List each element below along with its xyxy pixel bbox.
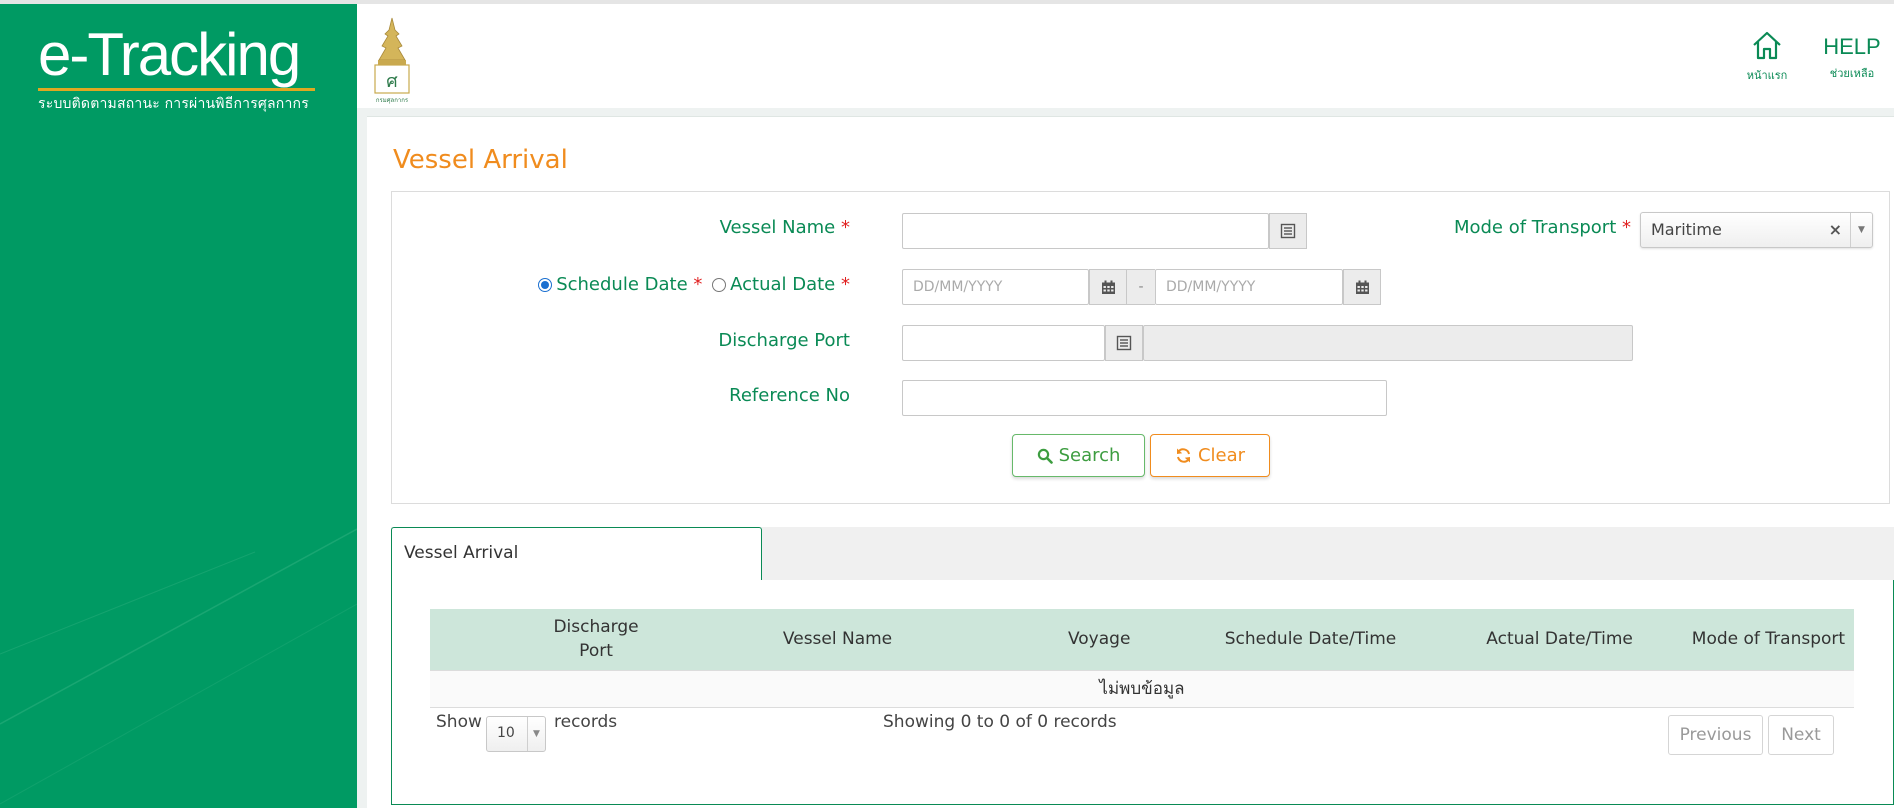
top-header: ศ กรมศุลกากร หน้าแรก HELP ช่วยเหลือ — [357, 0, 1894, 108]
calendar-icon — [1355, 280, 1369, 294]
list-icon — [1280, 223, 1296, 239]
page-title: Vessel Arrival — [393, 145, 568, 175]
schedule-date-label: Schedule Date — [556, 274, 688, 295]
sidebar: e-Tracking ระบบติดตามสถานะ การผ่านพิธีกา… — [0, 0, 357, 808]
date-to-placeholder: DD/MM/YYYY — [1166, 279, 1256, 295]
required-mark: * — [841, 217, 850, 238]
vessel-name-label: Vessel Name * — [720, 217, 850, 238]
discharge-port-lookup-button[interactable] — [1105, 325, 1143, 361]
main-panel: Vessel Arrival Vessel Name * Mode of Tra… — [367, 116, 1894, 808]
clear-button[interactable]: Clear — [1150, 434, 1270, 477]
help-nav-button[interactable]: HELP ช่วยเหลือ — [1817, 34, 1887, 82]
home-icon — [1753, 31, 1781, 60]
reference-no-label: Reference No — [729, 385, 850, 406]
records-label: records — [554, 712, 618, 732]
previous-page-button[interactable]: Previous — [1668, 715, 1763, 755]
date-range-separator: - — [1127, 269, 1155, 305]
home-nav-button[interactable]: หน้าแรก — [1737, 30, 1797, 84]
table-header-row: Discharge Port Vessel Name Voyage Schedu… — [430, 609, 1854, 670]
column-header[interactable]: Vessel Name — [661, 609, 1014, 670]
date-type-group: Schedule Date * Actual Date * — [538, 274, 850, 295]
sidebar-decoration — [0, 528, 357, 805]
tab-vessel-arrival[interactable]: Vessel Arrival — [391, 527, 762, 581]
discharge-port-input[interactable] — [902, 325, 1105, 361]
home-label: หน้าแรก — [1746, 69, 1788, 82]
empty-table-message: ไม่พบข้อมูล — [430, 669, 1854, 708]
discharge-port-name-display — [1143, 325, 1633, 361]
discharge-port-label: Discharge Port — [718, 330, 850, 351]
search-icon — [1037, 448, 1053, 464]
vessel-name-input[interactable] — [902, 213, 1269, 249]
mode-selected-value: Maritime — [1651, 220, 1722, 239]
date-to-input[interactable]: DD/MM/YYYY — [1155, 269, 1343, 305]
refresh-icon — [1176, 448, 1190, 463]
svg-text:ศ: ศ — [386, 71, 398, 92]
required-mark: * — [841, 274, 850, 295]
column-header[interactable]: Discharge Port — [530, 609, 662, 670]
column-header[interactable]: Schedule Date/Time — [1184, 609, 1437, 670]
column-header[interactable]: Mode of Transport — [1682, 609, 1854, 670]
actual-date-radio[interactable] — [712, 278, 727, 292]
results-tab-bar: Vessel Arrival — [391, 527, 1894, 581]
schedule-date-radio[interactable] — [538, 278, 553, 292]
chevron-down-icon[interactable]: ▼ — [1850, 213, 1872, 247]
calendar-icon — [1101, 280, 1115, 294]
chevron-down-icon: ▼ — [527, 717, 545, 751]
date-from-input[interactable]: DD/MM/YYYY — [902, 269, 1089, 305]
logo-title: e-Tracking — [38, 21, 301, 88]
column-header[interactable] — [430, 609, 531, 670]
help-label: ช่วยเหลือ — [1829, 67, 1875, 80]
emblem-caption: กรมศุลกากร — [376, 97, 409, 104]
date-to-calendar-button[interactable] — [1343, 269, 1381, 305]
table-row: ไม่พบข้อมูล — [430, 669, 1854, 708]
page-length-select[interactable]: 10 ▼ — [486, 716, 546, 752]
vessel-lookup-button[interactable] — [1269, 213, 1307, 249]
vessel-name-label-text: Vessel Name — [719, 217, 836, 238]
next-page-button[interactable]: Next — [1768, 715, 1834, 755]
clear-selection-icon[interactable]: × — [1829, 220, 1842, 239]
date-from-placeholder: DD/MM/YYYY — [913, 279, 1003, 295]
vessel-arrival-table: Discharge Port Vessel Name Voyage Schedu… — [430, 609, 1854, 708]
etracking-logo[interactable]: e-Tracking ระบบติดตามสถานะ การผ่านพิธีกา… — [38, 24, 315, 115]
customs-emblem-icon: ศ กรมศุลกากร — [374, 17, 410, 104]
page-length-value: 10 — [497, 725, 515, 741]
logo-underline — [38, 88, 315, 91]
actual-date-label: Actual Date — [730, 274, 836, 295]
search-form: Vessel Name * Mode of Transport * Mariti… — [391, 191, 1890, 504]
search-button-label: Search — [1058, 445, 1121, 466]
list-icon — [1116, 335, 1132, 351]
search-button[interactable]: Search — [1012, 434, 1145, 477]
table-info: Showing 0 to 0 of 0 records — [883, 712, 1117, 732]
clear-button-label: Clear — [1197, 445, 1246, 466]
show-label: Show — [436, 712, 482, 732]
reference-no-input[interactable] — [902, 380, 1387, 416]
column-header[interactable]: Actual Date/Time — [1436, 609, 1683, 670]
results-panel: Discharge Port Vessel Name Voyage Schedu… — [391, 580, 1894, 805]
mode-label-text: Mode of Transport — [1453, 217, 1617, 238]
column-header[interactable]: Voyage — [1013, 609, 1185, 670]
date-from-calendar-button[interactable] — [1089, 269, 1127, 305]
required-mark: * — [1622, 217, 1631, 238]
help-title: HELP — [1823, 34, 1881, 59]
mode-of-transport-select[interactable]: Maritime × ▼ — [1640, 212, 1873, 248]
logo-subtitle: ระบบติดตามสถานะ การผ่านพิธีการศุลกากร — [38, 96, 309, 112]
required-mark: * — [693, 274, 703, 295]
mode-of-transport-label: Mode of Transport * — [1454, 217, 1631, 238]
